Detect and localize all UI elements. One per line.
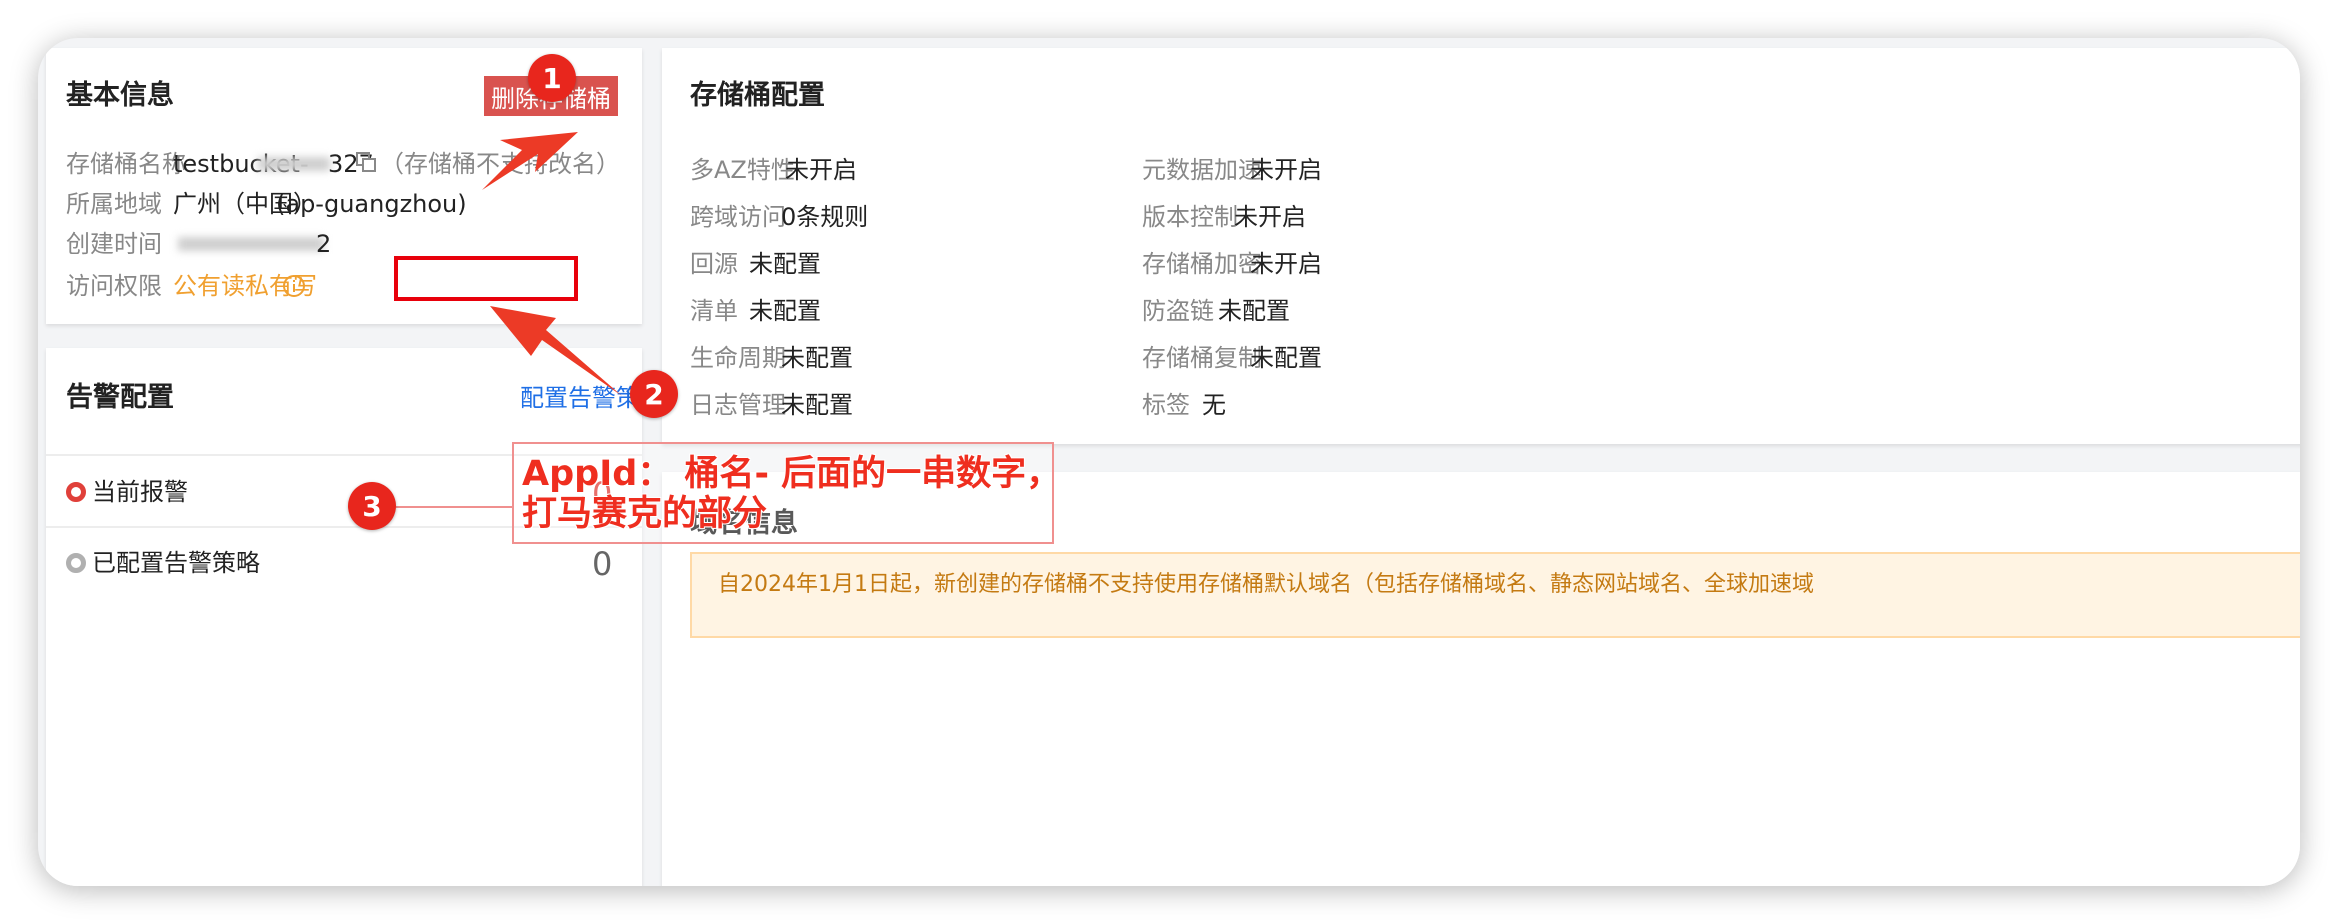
config-value: 0条规则 <box>781 203 869 231</box>
configured-policy-label: 已配置告警策略 <box>92 549 260 577</box>
created-time-tail: 2 <box>316 230 332 258</box>
marker-3: 3 <box>348 482 396 530</box>
config-label: 标签 <box>1142 391 1190 419</box>
copy-icon[interactable] <box>356 152 378 174</box>
alarm-active-icon <box>66 482 86 502</box>
marker-2: 2 <box>630 370 678 418</box>
access-label: 访问权限 <box>66 272 162 300</box>
config-value: 未开启 <box>1250 250 1322 278</box>
region-code: (ap-guangzhou) <box>276 190 467 218</box>
bucket-name-label: 存储桶名称 <box>66 150 186 178</box>
region-code-highlight <box>394 256 578 301</box>
config-value: 未配置 <box>781 391 853 419</box>
domain-notice: 自2024年1月1日起，新创建的存储桶不支持使用存储桶默认域名（包括存储桶域名、… <box>690 552 2300 638</box>
bucket-config-title: 存储桶配置 <box>690 80 825 111</box>
appid-callout-line2: 打马赛克的部分 <box>522 494 768 534</box>
info-icon[interactable] <box>282 274 306 298</box>
appid-callout-line1: AppId： 桶名- 后面的一串数字， <box>522 454 1062 494</box>
config-label: 存储桶加密 <box>1142 250 1262 278</box>
config-label: 多AZ特性 <box>690 156 795 184</box>
config-value: 未配置 <box>749 297 821 325</box>
config-value: 未开启 <box>1234 203 1306 231</box>
current-alarm-label: 当前报警 <box>92 478 188 506</box>
config-label: 生命周期 <box>690 344 786 372</box>
masked-created-time <box>178 237 324 251</box>
config-label: 元数据加速 <box>1142 156 1262 184</box>
config-value: 未开启 <box>785 156 857 184</box>
created-time-label: 创建时间 <box>66 230 162 258</box>
domain-notice-text: 自2024年1月1日起，新创建的存储桶不支持使用存储桶默认域名（包括存储桶域名、… <box>718 572 1814 597</box>
basic-info-title: 基本信息 <box>66 80 174 111</box>
config-value: 未配置 <box>1218 297 1290 325</box>
config-label: 清单 <box>690 297 738 325</box>
config-label: 回源 <box>690 250 738 278</box>
config-label: 存储桶复制 <box>1142 344 1262 372</box>
configured-policy-count[interactable]: 0 <box>592 548 612 580</box>
region-label: 所属地域 <box>66 190 162 218</box>
app-frame: 基本信息 删除存储桶 存储桶名称 testbucket- 327 （存储桶不支持… <box>38 38 2300 886</box>
config-label: 防盗链 <box>1142 297 1214 325</box>
bucket-config-card: 存储桶配置 多AZ特性 未开启 跨域访问 0条规则 回源 未配置 清单 未配置 … <box>662 48 2300 444</box>
config-label: 日志管理 <box>690 391 786 419</box>
marker-1: 1 <box>528 54 576 102</box>
config-value: 未开启 <box>1250 156 1322 184</box>
alarm-card: 告警配置 配置告警策略 当前报警 0 已配置告警策略 0 <box>46 348 664 886</box>
config-value: 无 <box>1202 391 1226 419</box>
config-value: 未配置 <box>749 250 821 278</box>
alarm-title: 告警配置 <box>66 382 174 413</box>
config-value: 未配置 <box>1250 344 1322 372</box>
config-label: 跨域访问 <box>690 203 786 231</box>
alarm-inactive-icon <box>66 553 86 573</box>
config-label: 版本控制 <box>1142 203 1238 231</box>
masked-appid <box>258 157 330 171</box>
rename-note: （存储桶不支持改名） <box>380 150 620 178</box>
config-value: 未配置 <box>781 344 853 372</box>
